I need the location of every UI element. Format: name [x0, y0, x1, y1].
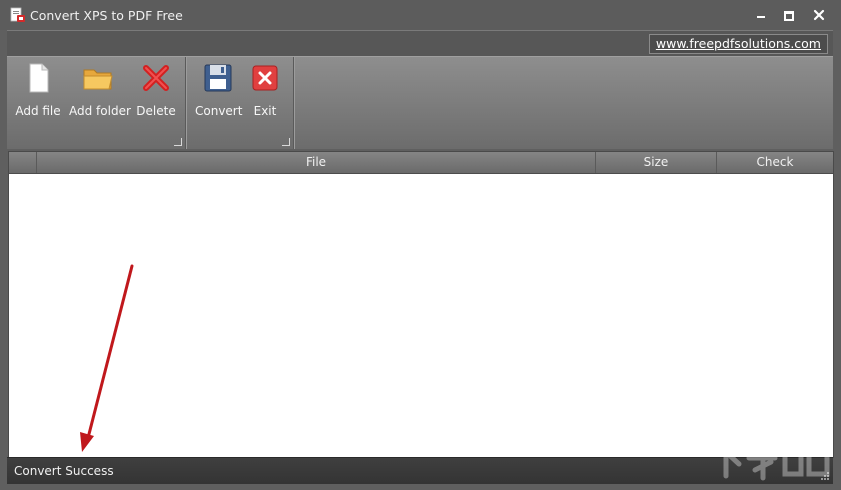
app-window: Convert XPS to PDF Free www.freepdfsolut… — [0, 0, 841, 490]
watermark-logo — [708, 433, 830, 481]
annotation-arrow — [80, 264, 134, 452]
status-text: Convert Success — [14, 464, 114, 478]
